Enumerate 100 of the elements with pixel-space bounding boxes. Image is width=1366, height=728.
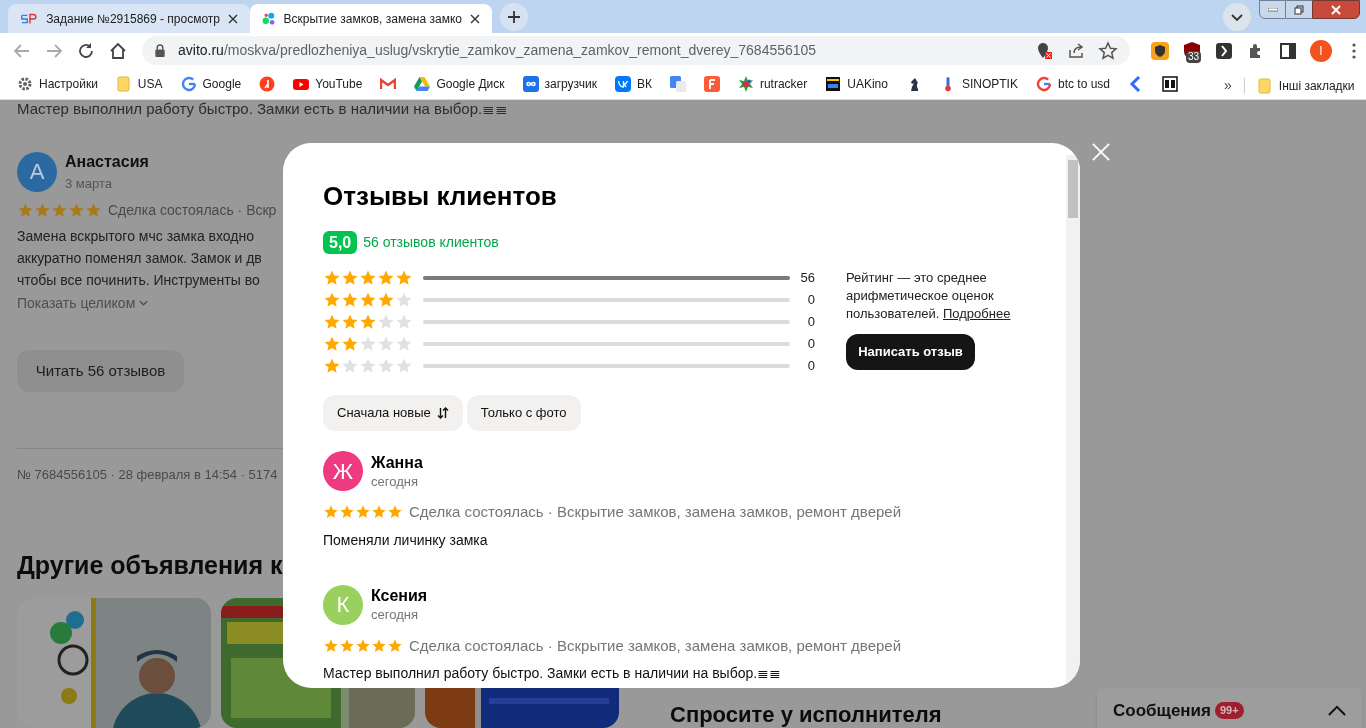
translate-icon[interactable]	[669, 75, 686, 92]
url-text: avito.ru/moskva/predlozheniya_uslug/vskrytie_zamkov_zamena_zamkov_remont_dverey_7684556105	[178, 41, 818, 60]
close-icon[interactable]	[470, 13, 480, 24]
star-icon	[377, 291, 395, 309]
lock-icon	[154, 44, 166, 57]
bookmark[interactable]: USA	[115, 74, 181, 93]
star-icon	[371, 504, 387, 521]
listing-info: № 7684556105 · 28 февраля в 14:54 · 5174	[17, 466, 278, 484]
browser-tab[interactable]: Задание №2915869 - просмотр	[8, 4, 250, 33]
clapperboard-icon	[825, 75, 842, 92]
star-icon	[85, 201, 102, 219]
review-text-line: аккуратно поменял замок. Замок и дв	[17, 248, 262, 268]
star-icon	[387, 504, 403, 521]
close-icon	[1331, 4, 1341, 15]
more-bookmarks-button[interactable]: »	[1224, 75, 1232, 96]
bookmark[interactable]: загрузчик	[522, 74, 615, 93]
star-icon	[323, 637, 339, 654]
sort-icon	[436, 407, 449, 419]
bookmark[interactable]: btc to usd	[1035, 74, 1128, 93]
minimize-button[interactable]	[1259, 0, 1286, 19]
square-logo-icon[interactable]	[703, 75, 720, 92]
review-text: Мастер выполнил работу быстро. Замки есть в наличии на выбор.≣≣	[323, 664, 783, 683]
rating-note: Рейтинг — это среднее арифметическое оценок пользователей. Подробнее	[846, 269, 1012, 323]
avatar: А	[17, 151, 57, 192]
star-icon	[323, 504, 339, 521]
section-heading: Другие объявления к	[17, 549, 283, 581]
review-text-line: чтобы все починить. Инструменты во	[17, 270, 260, 290]
bookmark[interactable]: SINOPTIK	[939, 74, 1036, 93]
share-icon[interactable]	[1066, 40, 1086, 61]
bookmark-star-icon[interactable]	[1098, 40, 1118, 61]
close-icon[interactable]	[228, 13, 238, 24]
filter-chip[interactable]: Только с фото	[466, 395, 581, 431]
bracket-extension-icon[interactable]	[1214, 40, 1234, 61]
star-icon	[377, 357, 395, 375]
star-icon	[323, 313, 341, 331]
gear-icon	[17, 75, 33, 92]
dialog-title: Отзывы клиентов	[323, 181, 557, 211]
star-icon	[17, 201, 34, 219]
deal-info: Сделка состоялась · Вскрытие замков, замена замков, ремонт дверей	[409, 502, 902, 522]
home-icon[interactable]	[108, 40, 128, 61]
star-icon	[395, 269, 413, 287]
chevron-down-icon[interactable]	[1223, 3, 1251, 31]
star-icon	[355, 637, 371, 654]
bookmark[interactable]: rutracker	[737, 74, 826, 93]
star-icon	[377, 335, 395, 353]
read-reviews-button[interactable]: Читать 56 отзывов	[17, 349, 184, 393]
star-icon	[339, 504, 355, 521]
bookmark-folder[interactable]: Інші закладки	[1256, 76, 1355, 95]
more-link[interactable]: Подробнее	[943, 306, 1011, 321]
google-icon	[180, 75, 197, 92]
star-icon	[34, 201, 51, 219]
avatar: К	[323, 584, 363, 625]
bookmark[interactable]: ВК	[614, 74, 670, 93]
filter-chip[interactable]: Сначала новые	[323, 395, 463, 431]
section-heading: Спросите у исполнителя	[670, 702, 942, 728]
chevron-up-icon[interactable]	[1328, 705, 1346, 716]
rating-count: 0	[806, 313, 815, 332]
star-icon	[355, 504, 371, 521]
bookmark[interactable]: Настройки	[17, 74, 116, 93]
folder-icon	[1256, 77, 1273, 94]
star-icon	[359, 335, 377, 353]
rating-count: 56	[799, 269, 815, 288]
browser-tab[interactable]: Вскрытие замков, замена замко	[250, 4, 492, 33]
star-icon	[377, 313, 395, 331]
side-panel-icon[interactable]	[1278, 40, 1298, 61]
scrollbar-thumb[interactable]	[1068, 160, 1078, 218]
maximize-button[interactable]	[1286, 0, 1312, 19]
mail-icon[interactable]	[380, 75, 397, 92]
bookmark[interactable]: Google	[180, 74, 260, 93]
star-icon	[359, 291, 377, 309]
star-icon	[377, 269, 395, 287]
deal-info: Сделка состоялась · Вскрытие замков, замена замков, ремонт дверей	[409, 635, 902, 656]
review-date: сегодня	[371, 606, 419, 623]
boxed-icon[interactable]	[1162, 75, 1178, 92]
star-icon	[395, 335, 413, 353]
bookmark[interactable]: YouTube	[293, 74, 381, 93]
rating-count: 0	[806, 357, 815, 376]
write-review-button[interactable]: Написать отзыв	[846, 334, 975, 370]
star-icon	[387, 637, 403, 654]
restore-icon	[1294, 4, 1304, 15]
address-bar[interactable]: avito.ru/moskva/predlozheniya_uslug/vskrytie_zamkov_zamena_zamkov_remont_dverey_7684556105	[142, 36, 1130, 65]
star-icon	[68, 201, 85, 219]
close-window-button[interactable]	[1312, 0, 1360, 19]
review-text-line: Замена вскрытого мчс замка входно	[17, 226, 255, 246]
folder-icon	[115, 75, 132, 92]
shield-extension-icon[interactable]	[1150, 40, 1170, 61]
review-date: 3 марта	[65, 175, 113, 193]
star-icon	[339, 637, 355, 654]
review-date: сегодня	[371, 472, 419, 490]
star-icon	[341, 357, 359, 375]
star-icon	[341, 335, 359, 353]
messages-panel[interactable]: Сообщения 99+	[1097, 688, 1362, 728]
bookmark[interactable]: Google Диск	[414, 74, 523, 93]
count-badge: 99+	[1215, 702, 1244, 719]
site-icon	[20, 11, 39, 26]
star-icon	[341, 313, 359, 331]
new-tab-icon[interactable]	[500, 3, 528, 31]
star-icon	[395, 357, 413, 375]
bookmark[interactable]: UAKino	[825, 74, 906, 93]
circle-logo-icon[interactable]	[259, 75, 276, 92]
